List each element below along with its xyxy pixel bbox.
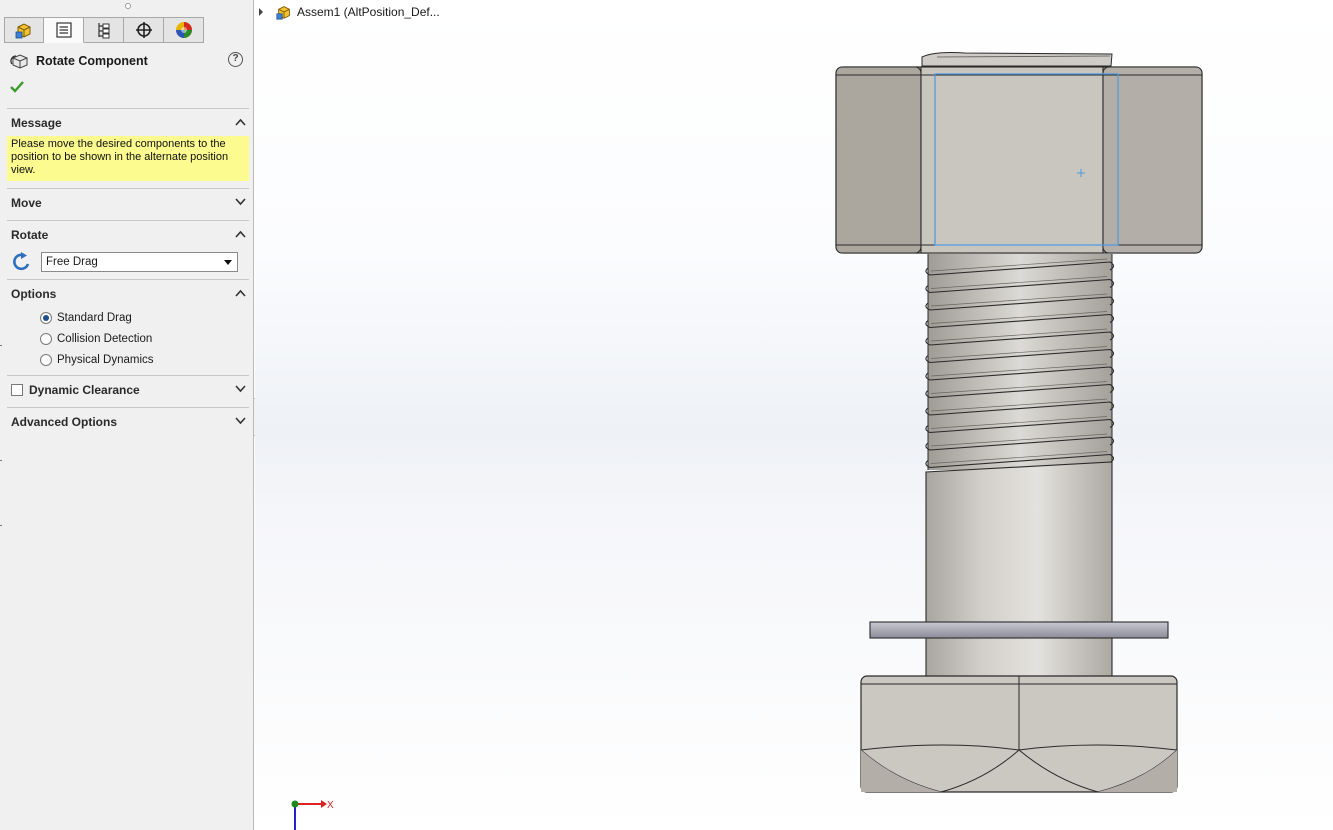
section-label: Rotate xyxy=(11,227,49,242)
ok-checkmark-icon[interactable] xyxy=(10,80,24,94)
chevron-down-icon[interactable] xyxy=(235,198,246,206)
bolt-threads xyxy=(925,254,1115,470)
rotate-section-header[interactable]: Rotate xyxy=(7,220,249,248)
message-section: Message Please move the desired componen… xyxy=(7,108,249,181)
physical-dynamics-option[interactable]: Physical Dynamics xyxy=(7,349,249,370)
chevron-up-icon[interactable] xyxy=(235,118,246,126)
section-label: Dynamic Clearance xyxy=(29,382,140,397)
help-icon[interactable]: ? xyxy=(228,52,243,67)
chevron-up-icon[interactable] xyxy=(235,289,246,297)
option-label: Collision Detection xyxy=(57,332,153,345)
rotate-mode-select[interactable]: Free Drag xyxy=(41,252,238,272)
chevron-up-icon[interactable] xyxy=(235,230,246,238)
bolt-shank xyxy=(925,461,1113,677)
property-list-icon xyxy=(55,22,72,38)
rotate-mode-value: Free Drag xyxy=(46,256,98,268)
option-label: Physical Dynamics xyxy=(57,353,154,366)
propertymanager-tab[interactable] xyxy=(44,17,84,43)
options-section: Options Standard Drag Collision Detectio… xyxy=(7,279,249,370)
options-section-header[interactable]: Options xyxy=(7,279,249,307)
reference-triad: X xyxy=(291,800,334,830)
configurationmanager-tab[interactable] xyxy=(84,17,124,43)
triad-x-label: X xyxy=(327,800,334,811)
bolt-assembly-model[interactable] xyxy=(255,0,1333,830)
assembly-icon xyxy=(15,23,31,39)
section-label: Message xyxy=(11,115,62,130)
collision-detection-radio[interactable] xyxy=(40,332,52,345)
section-label: Move xyxy=(11,195,42,210)
section-label: Advanced Options xyxy=(11,414,118,429)
washer xyxy=(869,621,1169,639)
section-label: Options xyxy=(11,286,57,301)
panel-edge-tick xyxy=(0,345,2,346)
dynamic-clearance-header[interactable]: Dynamic Clearance xyxy=(7,375,249,403)
chevron-down-icon[interactable] xyxy=(235,417,246,425)
configuration-icon xyxy=(97,23,109,39)
displaymanager-tab[interactable] xyxy=(164,17,204,43)
panel-edge-tick xyxy=(0,460,2,461)
rotate-arrow-icon xyxy=(13,252,30,271)
manager-tabs xyxy=(4,17,204,43)
page-title: Rotate Component xyxy=(36,54,148,68)
dynamic-clearance-section: Dynamic Clearance xyxy=(7,375,249,403)
appearance-icon xyxy=(175,22,192,38)
advanced-options-section: Advanced Options xyxy=(7,407,249,435)
graphics-area[interactable]: Assem1 (AltPosition_Def... X xyxy=(255,0,1333,830)
bolt-head xyxy=(860,675,1178,793)
standard-drag-radio[interactable] xyxy=(40,311,52,324)
rotate-mode-row: Free Drag xyxy=(7,248,249,276)
collision-detection-option[interactable]: Collision Detection xyxy=(7,328,249,349)
dropdown-arrow-icon[interactable] xyxy=(224,260,232,265)
move-section: Move xyxy=(7,188,249,216)
chevron-down-icon[interactable] xyxy=(235,385,246,393)
propertymanager-header: Rotate Component ? xyxy=(10,51,246,71)
move-section-header[interactable]: Move xyxy=(7,188,249,216)
crosshair-icon xyxy=(135,22,152,38)
hex-nut xyxy=(835,52,1203,254)
advanced-options-header[interactable]: Advanced Options xyxy=(7,407,249,435)
dynamic-clearance-checkbox[interactable] xyxy=(11,383,23,396)
rotate-section: Rotate Free Drag xyxy=(7,220,249,276)
panel-grip-icon[interactable] xyxy=(125,3,131,9)
panel-edge-tick xyxy=(0,525,2,526)
physical-dynamics-radio[interactable] xyxy=(40,353,52,366)
message-text: Please move the desired components to th… xyxy=(7,136,249,181)
dimxpertmanager-tab[interactable] xyxy=(124,17,164,43)
option-label: Standard Drag xyxy=(57,311,132,324)
featuremanager-tab[interactable] xyxy=(4,17,44,43)
standard-drag-option[interactable]: Standard Drag xyxy=(7,307,249,328)
message-section-header[interactable]: Message xyxy=(7,108,249,136)
rotate-component-icon xyxy=(10,54,28,69)
property-manager-panel: Rotate Component ? Message Please move t… xyxy=(0,0,254,830)
